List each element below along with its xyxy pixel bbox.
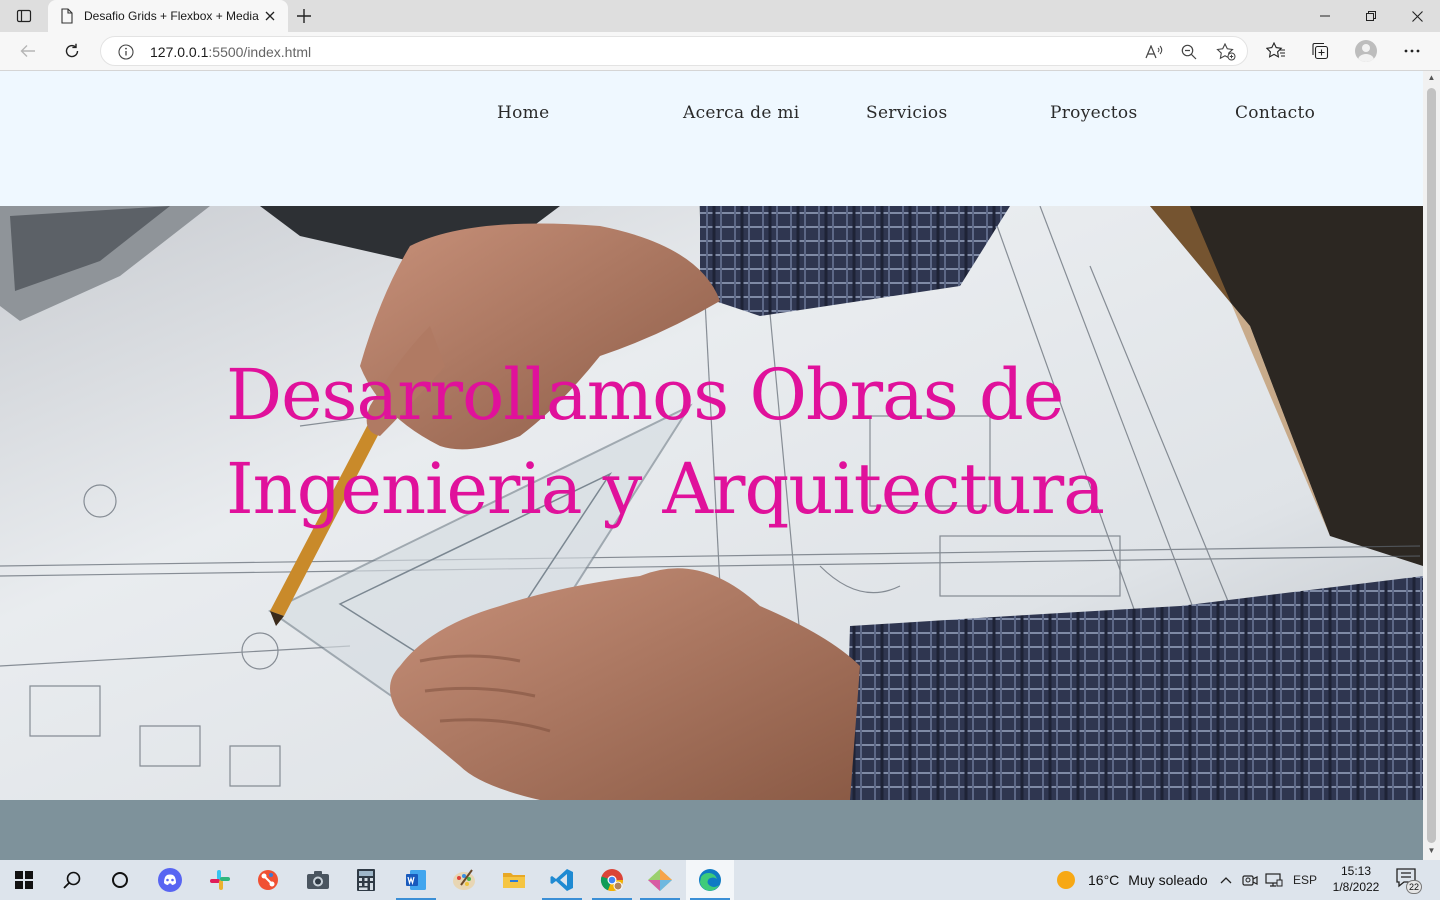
weather-widget[interactable]: 16°C Muy soleado	[1054, 860, 1208, 900]
favorites-icon	[1266, 42, 1285, 58]
restore-button[interactable]	[1348, 0, 1394, 32]
tab-title: Desafio Grids + Flexbox + Media	[84, 9, 259, 23]
meet-now-button[interactable]	[1240, 870, 1260, 890]
sun-icon	[1057, 871, 1076, 890]
settings-more-button[interactable]	[1397, 37, 1427, 65]
nav-services-link[interactable]: Servicios	[866, 103, 948, 123]
scroll-down-icon[interactable]: ▼	[1423, 846, 1440, 858]
taskbar: 16°C Muy soleado ESP 15:13 1/8/2022 22	[0, 860, 1440, 900]
nav-home-link[interactable]: Home	[497, 103, 549, 123]
calculator-icon	[357, 869, 375, 891]
gitkraken-app[interactable]	[636, 860, 684, 900]
page-viewport: Home Acerca de mi Servicios Proyectos Co…	[0, 71, 1423, 860]
gitkraken-icon	[648, 869, 672, 891]
word-app[interactable]	[392, 860, 440, 900]
avatar	[1355, 40, 1377, 62]
add-favorite-icon[interactable]	[1215, 42, 1237, 62]
clock[interactable]: 15:13 1/8/2022	[1326, 863, 1386, 895]
browser-tab[interactable]: Desafio Grids + Flexbox + Media	[48, 0, 288, 32]
notification-center-button[interactable]: 22	[1396, 868, 1424, 894]
tab-actions-icon	[16, 9, 32, 23]
language-indicator[interactable]: ESP	[1292, 870, 1318, 890]
page-scrollbar[interactable]: ▲ ▼	[1423, 71, 1440, 860]
hero-section: Desarrollamos Obras de Ingenieria y Arqu…	[0, 206, 1423, 800]
tab-strip: Desafio Grids + Flexbox + Media	[0, 0, 1440, 32]
chrome-app[interactable]	[588, 860, 636, 900]
git-app[interactable]	[244, 860, 292, 900]
weather-description: Muy soleado	[1128, 872, 1208, 888]
plus-icon	[297, 9, 311, 23]
nav-projects-link[interactable]: Proyectos	[1050, 103, 1137, 123]
vscode-app[interactable]	[538, 860, 586, 900]
cortana-icon	[112, 872, 128, 888]
url-text[interactable]: 127.0.0.1:5500/index.html	[150, 44, 311, 60]
discord-app[interactable]	[146, 860, 194, 900]
git-icon	[258, 870, 278, 890]
close-icon	[1411, 10, 1423, 22]
clock-time: 15:13	[1340, 864, 1372, 878]
edge-app[interactable]	[686, 860, 734, 900]
meet-now-icon	[1242, 875, 1258, 886]
back-arrow-icon	[20, 45, 35, 57]
nav-contact-link[interactable]: Contacto	[1235, 103, 1315, 123]
vscode-icon	[550, 869, 573, 891]
camera-app[interactable]	[294, 860, 342, 900]
scroll-thumb[interactable]	[1427, 88, 1436, 843]
weather-temperature: 16°C	[1088, 872, 1120, 888]
paint-app[interactable]	[440, 860, 488, 900]
address-bar[interactable]: 127.0.0.1:5500/index.html	[100, 36, 1248, 66]
restore-icon	[1366, 11, 1376, 21]
chevron-up-icon	[1220, 877, 1232, 884]
slack-app[interactable]	[196, 860, 244, 900]
url-host: 127.0.0.1	[150, 44, 209, 60]
more-icon	[1404, 49, 1420, 53]
reload-button[interactable]	[57, 37, 87, 65]
chrome-icon	[600, 869, 624, 892]
search-icon	[63, 871, 81, 889]
site-header: Home Acerca de mi Servicios Proyectos Co…	[0, 71, 1423, 206]
clock-date: 1/8/2022	[1332, 880, 1380, 894]
read-aloud-icon[interactable]	[1143, 42, 1165, 62]
minimize-button[interactable]	[1302, 0, 1348, 32]
favorites-button[interactable]	[1261, 37, 1291, 65]
word-icon	[406, 870, 426, 890]
collections-icon	[1312, 42, 1329, 60]
calculator-app[interactable]	[342, 860, 390, 900]
network-button[interactable]	[1264, 870, 1284, 890]
hero-title: Desarrollamos Obras de Ingenieria y Arqu…	[226, 354, 1105, 530]
discord-icon	[158, 868, 182, 892]
browser-toolbar: 127.0.0.1:5500/index.html	[0, 32, 1440, 71]
reload-icon	[65, 43, 79, 58]
profile-button[interactable]	[1351, 37, 1381, 65]
site-info-icon[interactable]	[117, 43, 135, 61]
start-button[interactable]	[0, 860, 48, 900]
minimize-icon	[1320, 15, 1330, 17]
close-tab-icon[interactable]	[260, 6, 280, 26]
collections-button[interactable]	[1305, 37, 1335, 65]
url-path: :5500/index.html	[208, 44, 312, 60]
search-button[interactable]	[48, 860, 96, 900]
file-explorer-icon	[503, 873, 525, 888]
nav-about-link[interactable]: Acerca de mi	[683, 103, 800, 123]
zoom-out-icon[interactable]	[1178, 42, 1200, 62]
file-explorer-app[interactable]	[490, 860, 538, 900]
camera-icon	[307, 871, 329, 889]
cortana-button[interactable]	[96, 860, 144, 900]
close-window-button[interactable]	[1394, 0, 1440, 32]
start-icon	[15, 871, 33, 889]
edge-icon	[699, 869, 721, 891]
back-button[interactable]	[13, 37, 43, 65]
footer-band	[0, 800, 1423, 860]
page-icon	[60, 8, 76, 24]
new-tab-button[interactable]	[292, 4, 316, 28]
scroll-up-icon[interactable]: ▲	[1423, 73, 1440, 85]
show-hidden-icons-button[interactable]	[1216, 870, 1236, 890]
network-icon	[1265, 873, 1283, 887]
notification-count-badge: 22	[1406, 880, 1422, 894]
tab-actions-button[interactable]	[8, 4, 40, 28]
slack-icon	[210, 870, 230, 890]
paint-icon	[453, 869, 475, 890]
